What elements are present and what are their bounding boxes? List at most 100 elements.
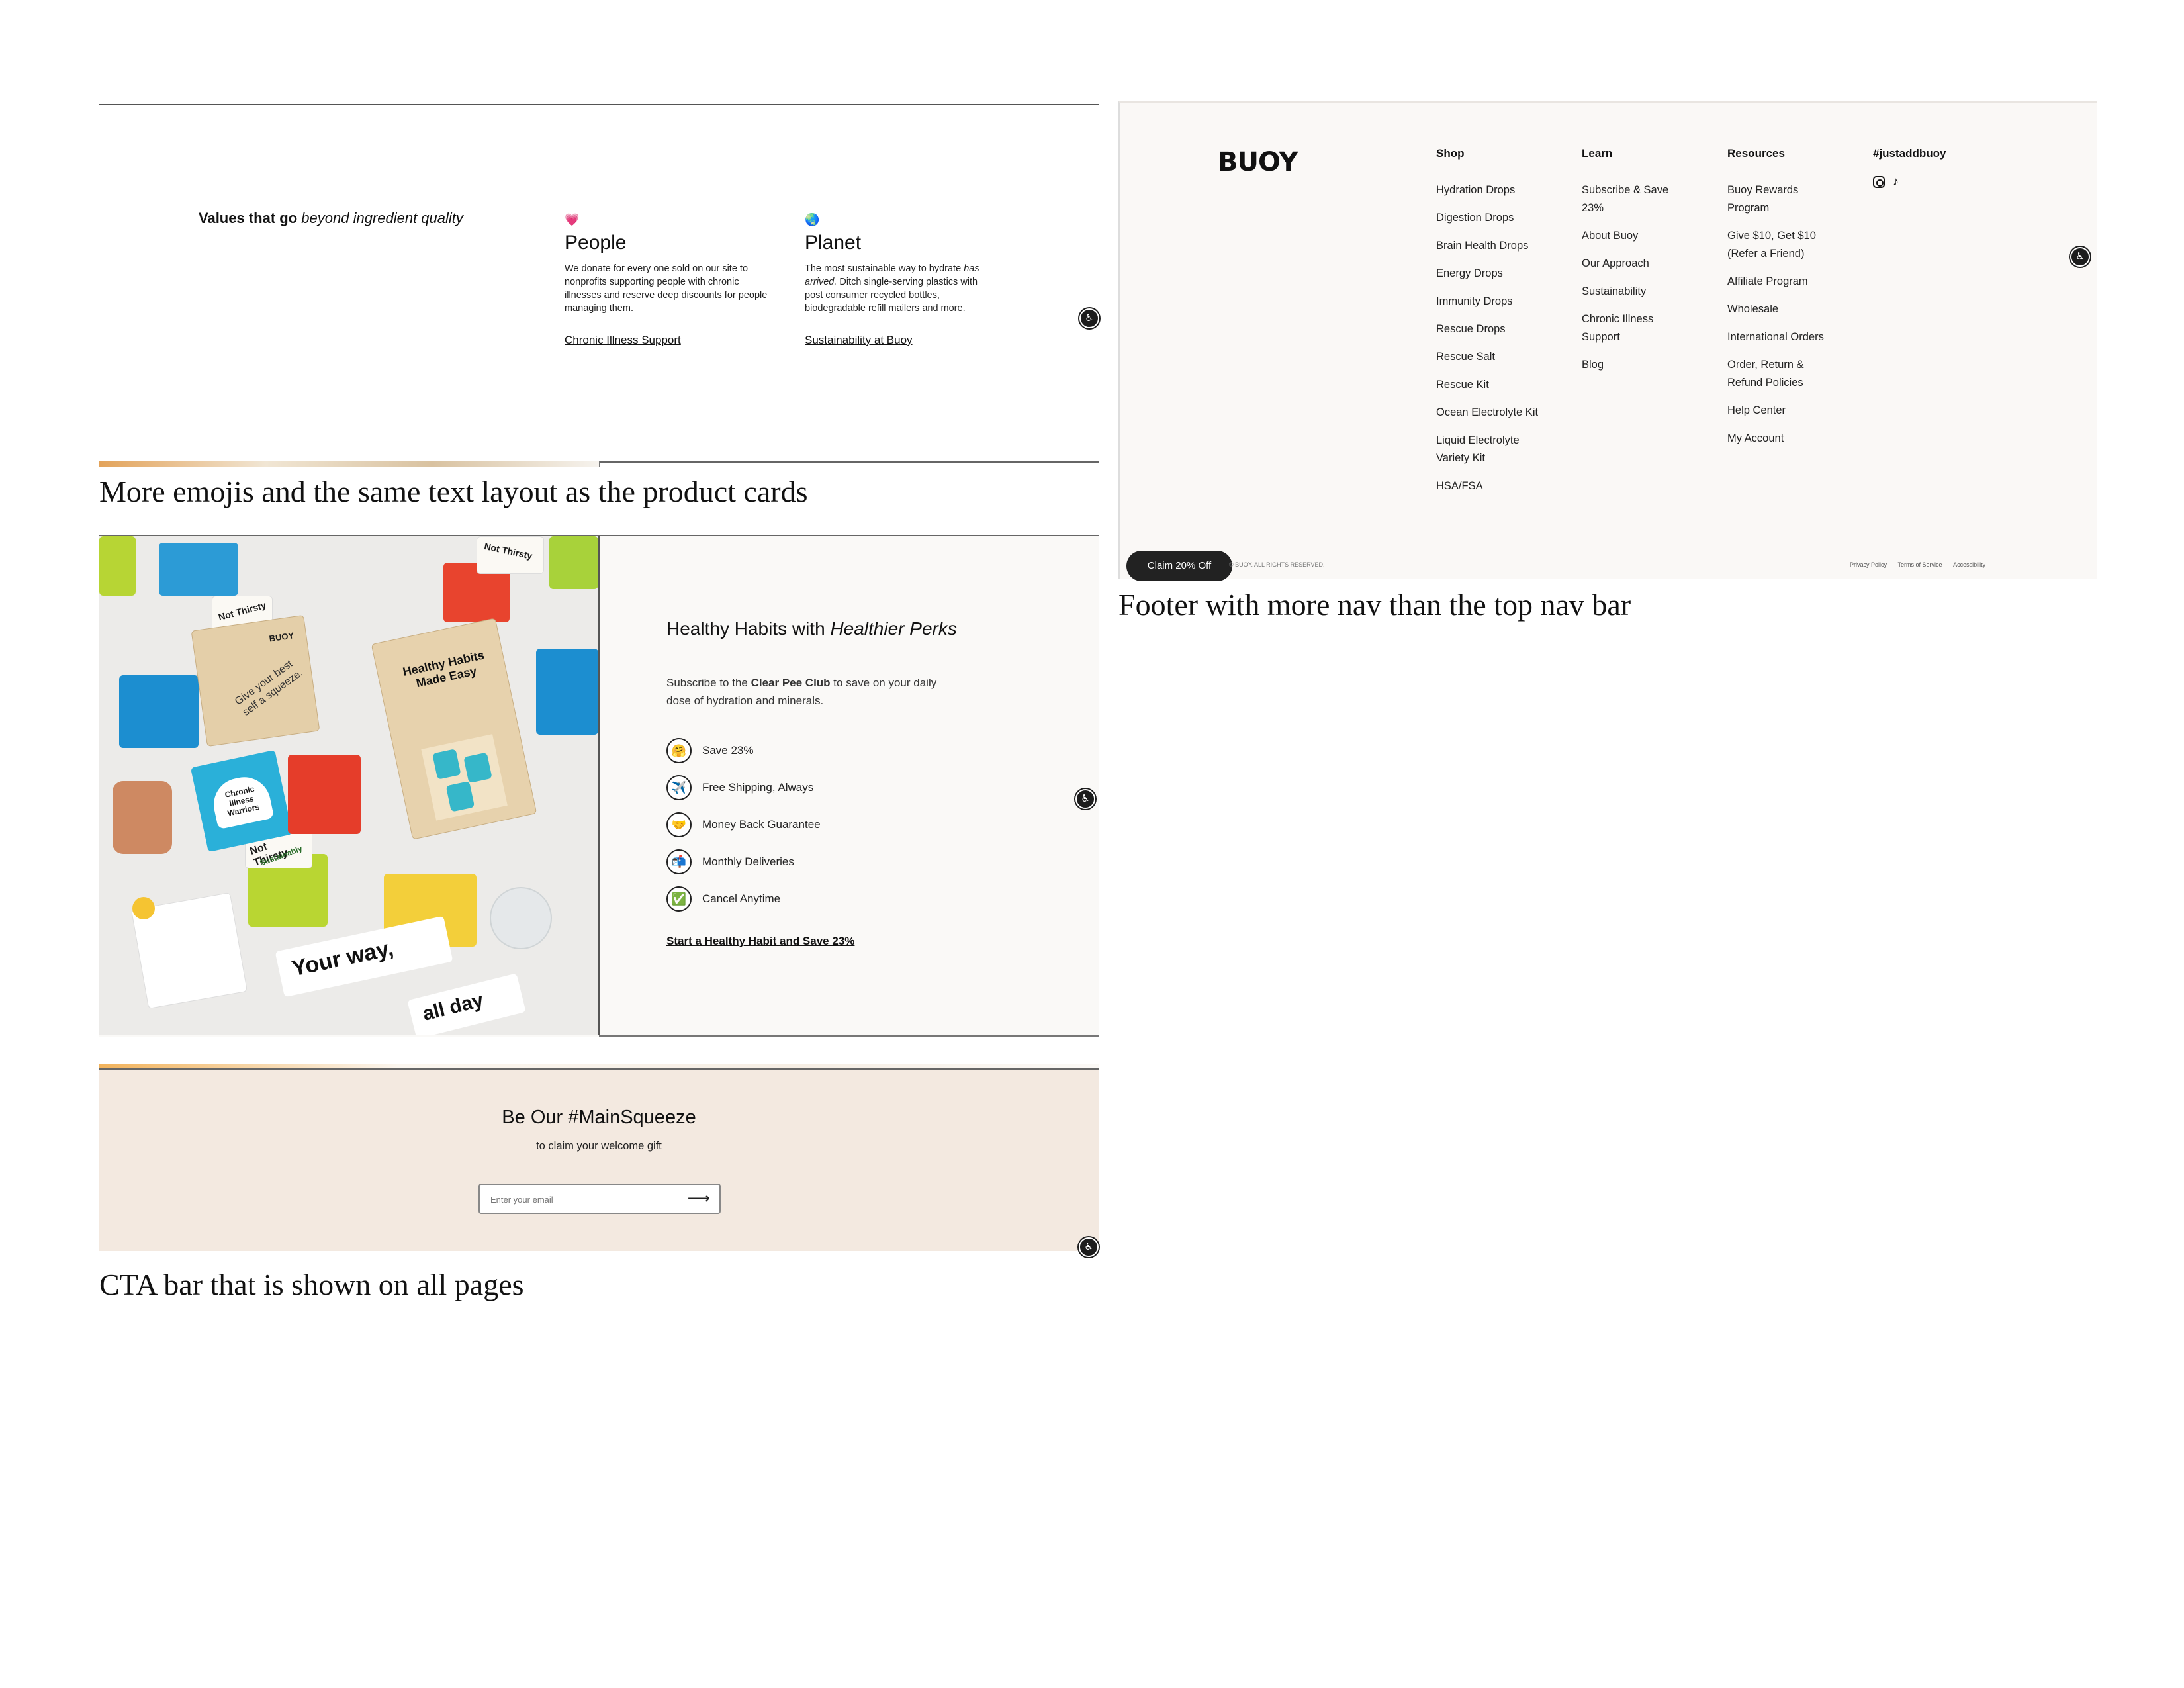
footer-link[interactable]: Affiliate Program <box>1727 273 1846 291</box>
arrow-right-icon[interactable]: ⟶ <box>688 1189 710 1208</box>
footer-link[interactable]: Buoy Rewards Program <box>1727 181 1820 217</box>
values-heading-plain: Values that go <box>199 210 298 226</box>
perks-heading: Healthy Habits with Healthier Perks <box>666 618 957 639</box>
footer-link[interactable]: Order, Return & Refund Policies <box>1727 356 1820 392</box>
footer-link[interactable]: Rescue Salt <box>1436 348 1569 366</box>
footer-link[interactable]: Rescue Kit <box>1436 376 1569 394</box>
caption-footer: Footer with more nav than the top nav ba… <box>1118 588 1631 622</box>
photo-card-green <box>99 536 136 596</box>
legal-links: Privacy Policy Terms of Service Accessib… <box>1850 561 1985 568</box>
value-card-title: People <box>565 232 627 254</box>
panel-split-line <box>599 461 600 467</box>
pink-heart-icon: 💗 <box>565 213 580 226</box>
hugging-face-icon: 🤗 <box>666 738 692 763</box>
panel-bottom-divider <box>599 1035 1099 1037</box>
footer-link[interactable]: Liquid Electrolyte Variety Kit <box>1436 432 1542 467</box>
handshake-icon: 🤝 <box>666 812 692 837</box>
photo-card-red <box>288 755 361 834</box>
instagram-icon[interactable] <box>1873 175 1885 188</box>
photo-your-way-card: Your way, <box>275 915 453 998</box>
copyright-text: © BUOY. ALL RIGHTS RESERVED. <box>1229 561 1325 568</box>
privacy-policy-link[interactable]: Privacy Policy <box>1850 561 1887 568</box>
perk-item: ✈️ Free Shipping, Always <box>666 774 821 802</box>
footer-link[interactable]: Immunity Drops <box>1436 293 1569 310</box>
panel-bottom-divider <box>599 461 1099 463</box>
photo-card-portrait <box>159 543 238 596</box>
perks-panel: Not Thirsty Not Thirsty Not Thirsty Chro… <box>99 535 1099 1037</box>
footer-link[interactable]: Hydration Drops <box>1436 181 1569 199</box>
product-photo: Not Thirsty Not Thirsty Not Thirsty Chro… <box>99 536 598 1035</box>
footer-link[interactable]: Wholesale <box>1727 301 1846 318</box>
value-card-people: 💗 People We donate for every one sold on… <box>565 213 770 347</box>
photo-card-sustainably: Sustainably <box>258 843 304 868</box>
email-input[interactable] <box>489 1191 677 1208</box>
footer-column-resources: Resources Buoy Rewards Program Give $10,… <box>1727 147 1846 457</box>
check-mark-icon: ✅ <box>666 886 692 912</box>
photo-card-portrait <box>536 649 598 735</box>
terms-of-service-link[interactable]: Terms of Service <box>1898 561 1942 568</box>
cta-title: Be Our #MainSqueeze <box>502 1107 696 1128</box>
footer-link[interactable]: My Account <box>1727 430 1846 447</box>
footer-link[interactable]: Give $10, Get $10 (Refer a Friend) <box>1727 227 1827 263</box>
perk-item: ✅ Cancel Anytime <box>666 885 821 913</box>
footer-link[interactable]: Help Center <box>1727 402 1846 420</box>
photo-smiley <box>132 897 155 919</box>
panel-top-divider <box>99 104 1099 105</box>
tiktok-icon[interactable]: ♪ <box>1893 175 1899 189</box>
value-card-planet: 🌏 Planet The most sustainable way to hyd… <box>805 213 997 347</box>
footer-link[interactable]: Energy Drops <box>1436 265 1569 283</box>
cta-bar: Be Our #MainSqueeze to claim your welcom… <box>99 1068 1099 1257</box>
values-heading-italic: beyond ingredient quality <box>301 210 463 226</box>
photo-glass <box>113 781 172 854</box>
cta-subtitle: to claim your welcome gift <box>536 1140 662 1152</box>
values-panel: Values that go beyond ingredient quality… <box>99 104 1099 467</box>
photo-divider <box>598 536 600 1035</box>
photo-open-box: Healthy Habits Made Easy <box>371 618 537 840</box>
value-card-title: Planet <box>805 232 862 254</box>
photo-card-not-thirsty: Not Thirsty <box>477 536 544 574</box>
footer-link[interactable]: Sustainability <box>1582 283 1688 301</box>
accessibility-icon[interactable]: ♿ <box>1075 789 1095 809</box>
footer-link[interactable]: International Orders <box>1727 328 1846 346</box>
footer-link[interactable]: Our Approach <box>1582 255 1688 273</box>
panel-bottom-sliver <box>99 461 599 467</box>
values-heading: Values that go beyond ingredient quality <box>199 210 463 227</box>
perk-item: 🤝 Money Back Guarantee <box>666 811 821 839</box>
footer-column-social: #justaddbuoy ♪ <box>1873 147 1992 189</box>
buoy-logo[interactable]: BUOY <box>1218 147 1298 177</box>
footer-link[interactable]: Brain Health Drops <box>1436 237 1569 255</box>
accessibility-icon[interactable]: ♿ <box>2070 247 2090 267</box>
footer-link[interactable]: Blog <box>1582 356 1688 374</box>
email-signup-form: ⟶ <box>478 1184 721 1214</box>
caption-cta: CTA bar that is shown on all pages <box>99 1268 524 1301</box>
chronic-illness-support-link[interactable]: Chronic Illness Support <box>565 334 681 347</box>
airplane-icon: ✈️ <box>666 775 692 800</box>
footer-link[interactable]: Rescue Drops <box>1436 320 1569 338</box>
perks-list: 🤗 Save 23% ✈️ Free Shipping, Always 🤝 Mo… <box>666 737 821 922</box>
footer-link[interactable]: HSA/FSA <box>1436 477 1569 495</box>
value-card-body: We donate for every one sold on our site… <box>565 263 768 314</box>
perk-item: 📬 Monthly Deliveries <box>666 848 821 876</box>
footer-column-shop: Shop Hydration Drops Digestion Drops Bra… <box>1436 147 1569 505</box>
photo-card-green <box>549 536 598 589</box>
footer-column-learn: Learn Subscribe & Save 23% About Buoy Ou… <box>1582 147 1688 384</box>
photo-glass <box>490 887 552 949</box>
footer-link[interactable]: Subscribe & Save 23% <box>1582 181 1688 217</box>
accessibility-icon[interactable]: ♿ <box>1079 1237 1099 1257</box>
accessibility-icon[interactable]: ♿ <box>1079 308 1099 328</box>
perks-subtitle: Subscribe to the Clear Pee Club to save … <box>666 677 937 707</box>
footer-link[interactable]: About Buoy <box>1582 227 1688 245</box>
footer-link[interactable]: Digestion Drops <box>1436 209 1569 227</box>
start-habit-link[interactable]: Start a Healthy Habit and Save 23% <box>666 935 854 948</box>
footer-link[interactable]: Chronic Illness Support <box>1582 310 1674 346</box>
photo-card-chronic: Chronic Illness Warriors <box>190 749 293 853</box>
globe-icon: 🌏 <box>805 213 820 226</box>
sustainability-link[interactable]: Sustainability at Buoy <box>805 334 913 347</box>
footer-panel: BUOY Shop Hydration Drops Digestion Drop… <box>1118 101 2097 581</box>
cta-panel: Be Our #MainSqueeze to claim your welcom… <box>99 1038 1099 1257</box>
footer-link[interactable]: Ocean Electrolyte Kit <box>1436 404 1569 422</box>
photo-all-day-card: all day <box>407 973 526 1035</box>
accessibility-link[interactable]: Accessibility <box>1953 561 1985 568</box>
claim-discount-button[interactable]: Claim 20% Off <box>1126 551 1232 581</box>
photo-heart-label: Chronic Illness Warriors <box>208 772 275 830</box>
